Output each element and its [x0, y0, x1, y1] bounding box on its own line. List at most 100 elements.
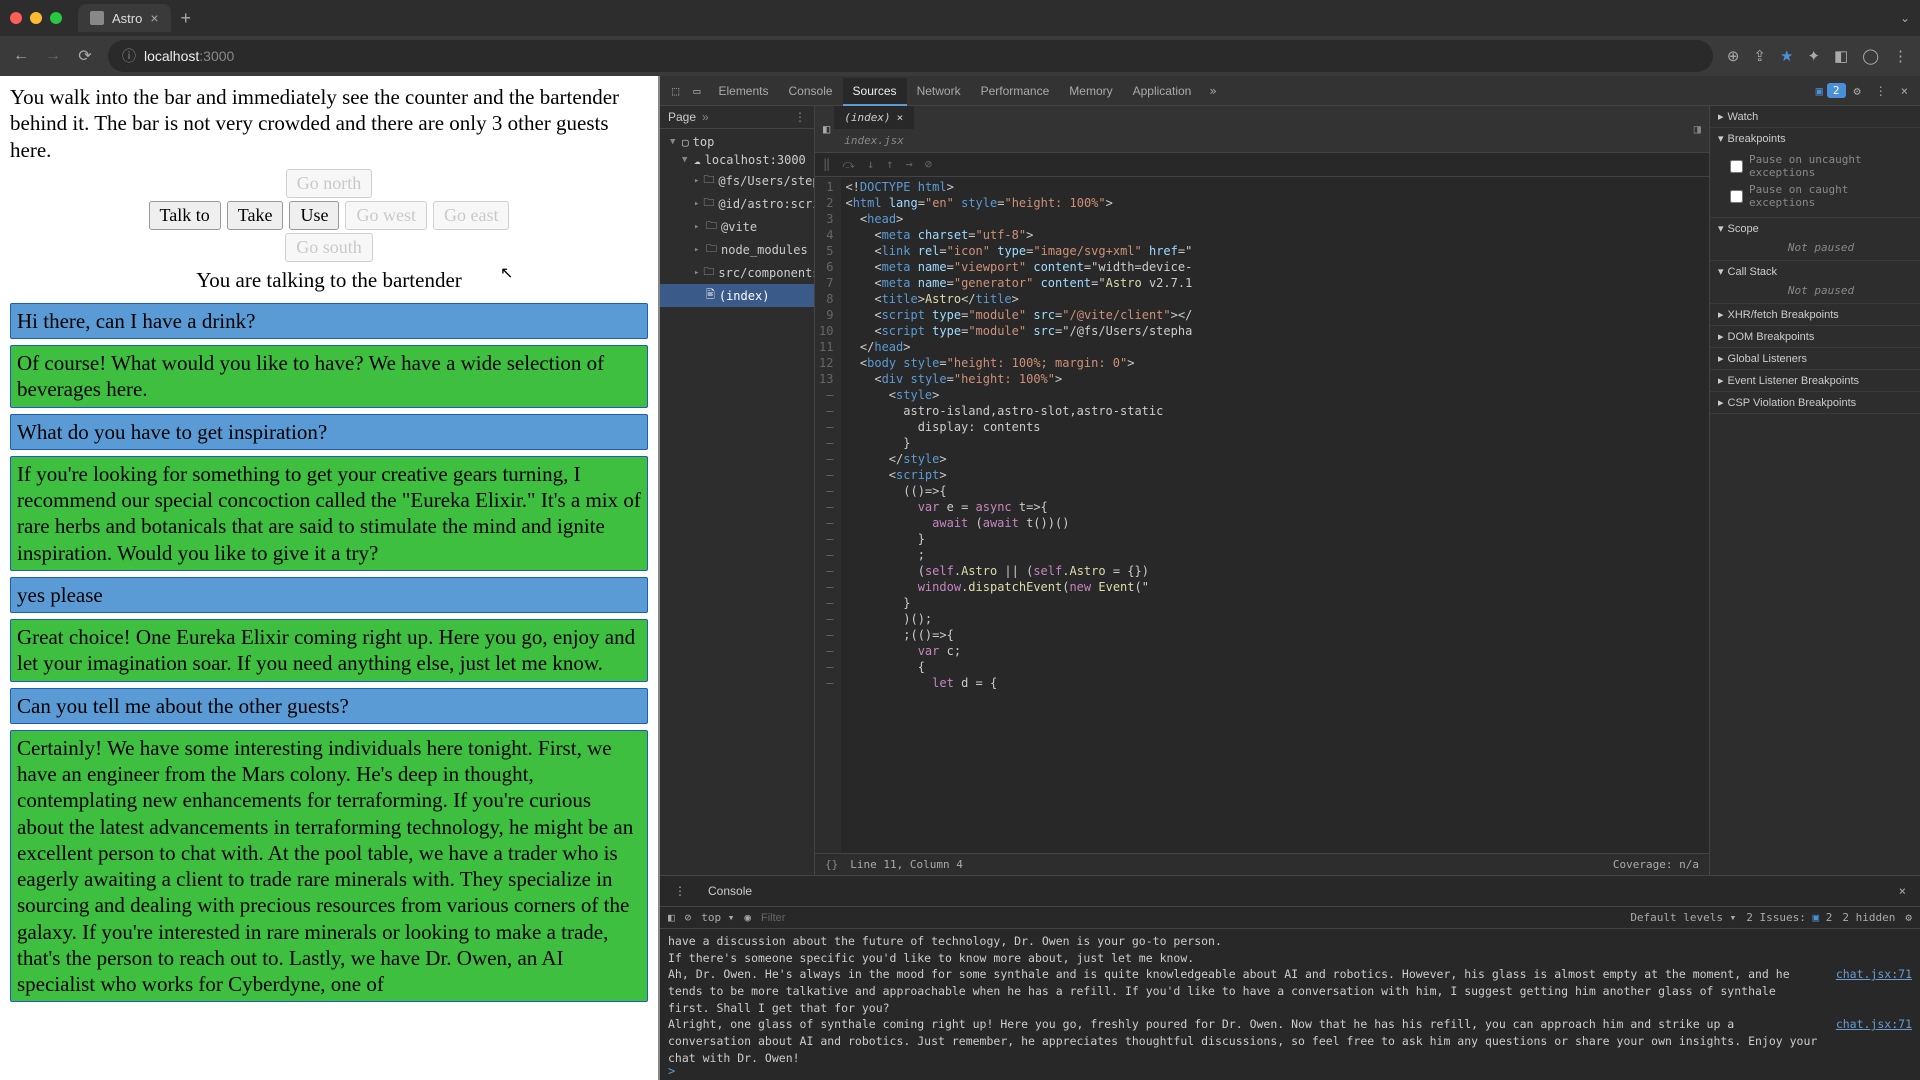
menu-icon[interactable]: ⋮ [1893, 47, 1908, 65]
devtools-tab-console[interactable]: Console [779, 78, 843, 104]
eye-icon[interactable]: ◉ [744, 911, 751, 924]
tree-folder[interactable]: ▸🗀src/components [660, 261, 814, 284]
issues-indicator[interactable]: ▣2 [1816, 83, 1846, 98]
dock-menu-icon[interactable]: ⋮ [1869, 80, 1893, 102]
debug-stepover-icon[interactable]: ⤼ [842, 157, 855, 172]
settings-icon[interactable]: ⚙ [1848, 80, 1867, 102]
window-minimize-button[interactable] [30, 12, 42, 24]
code-editor[interactable]: 12345678910111213——————————————————— <!D… [815, 177, 1709, 853]
tree-folder[interactable]: ▸🗀@id/astro:scripts [660, 192, 814, 215]
event-section[interactable]: ▸Event Listener Breakpoints [1710, 370, 1920, 391]
console-menu-icon[interactable]: ⋮ [668, 880, 692, 902]
tree-folder[interactable]: ▸🗀@vite [660, 215, 814, 238]
console-clear-icon[interactable]: ⊘ [685, 911, 692, 924]
talk-to-button[interactable]: Talk to [149, 201, 221, 230]
npc-message: If you're looking for something to get y… [10, 456, 648, 571]
callstack-section[interactable]: ▾Call Stack [1710, 261, 1920, 282]
xhr-section[interactable]: ▸XHR/fetch Breakpoints [1710, 304, 1920, 325]
inspect-icon[interactable]: ⬚ [666, 80, 685, 102]
console-output[interactable]: have a discussion about the future of te… [660, 929, 1920, 1062]
window-maximize-button[interactable] [50, 12, 62, 24]
go-south-button[interactable]: Go south [285, 233, 373, 262]
console-filter-input[interactable] [761, 912, 1620, 924]
chat-log: Hi there, can I have a drink?Of course! … [10, 303, 648, 1003]
toggle-nav-icon[interactable]: ◨ [1694, 122, 1701, 136]
site-info-icon[interactable]: ⓘ [122, 46, 136, 66]
dom-section[interactable]: ▸DOM Breakpoints [1710, 326, 1920, 347]
take-button[interactable]: Take [227, 201, 284, 230]
window-close-button[interactable] [10, 12, 22, 24]
console-tab[interactable]: Console [700, 881, 760, 901]
chevron-down-icon[interactable]: ⌄ [1900, 11, 1910, 25]
go-east-button[interactable]: Go east [433, 201, 509, 230]
zoom-icon[interactable]: ⊕ [1727, 47, 1740, 65]
sidebar-toggle-icon[interactable]: ◧ [819, 118, 834, 140]
uncaught-checkbox[interactable] [1730, 160, 1743, 173]
braces-icon[interactable]: {} [825, 858, 838, 871]
tree-folder[interactable]: ▸🗀node_modules [660, 238, 814, 261]
devtools-tab-application[interactable]: Application [1123, 78, 1202, 104]
console-log-line: Ah, Dr. Owen. He's always in the mood fo… [668, 966, 1912, 1016]
console-sidebar-icon[interactable]: ◧ [668, 911, 675, 924]
breakpoints-section[interactable]: ▾Breakpoints [1710, 128, 1920, 149]
levels-dropdown[interactable]: Default levels ▾ [1630, 911, 1736, 924]
log-source-link[interactable]: chat.jsx:71 [1836, 1016, 1912, 1033]
debug-deactivate-icon[interactable]: ⊘ [925, 157, 932, 172]
caught-checkbox[interactable] [1730, 190, 1743, 203]
close-icon[interactable]: × [150, 10, 158, 26]
go-west-button[interactable]: Go west [345, 201, 427, 230]
tree-top[interactable]: ▼▢top [660, 133, 814, 151]
debug-stepin-icon[interactable]: ↓ [867, 157, 874, 172]
device-icon[interactable]: ▭ [687, 80, 706, 102]
bookmark-icon[interactable]: ★ [1780, 47, 1793, 65]
devtools-close-icon[interactable]: × [1895, 80, 1914, 102]
traffic-lights [10, 12, 62, 24]
devtools-tab-network[interactable]: Network [907, 78, 971, 104]
more-tabs-icon[interactable]: » [1203, 80, 1222, 102]
console-log-line: If there's someone specific you'd like t… [668, 950, 1912, 967]
profile-icon[interactable]: ◯ [1862, 47, 1879, 65]
devtools-tab-elements[interactable]: Elements [708, 78, 778, 104]
debug-step-icon[interactable]: → [906, 157, 913, 172]
global-section[interactable]: ▸Global Listeners [1710, 348, 1920, 369]
room-description: You walk into the bar and immediately se… [10, 84, 648, 163]
issues-label[interactable]: 2 Issues: ▣ 2 [1746, 911, 1832, 924]
tree-host[interactable]: ▼☁localhost:3000 [660, 151, 814, 169]
forward-button[interactable]: → [44, 47, 62, 65]
debug-stepout-icon[interactable]: ↑ [886, 157, 893, 172]
console-prompt[interactable]: > [660, 1062, 1920, 1080]
console-context[interactable]: top ▾ [701, 911, 734, 924]
devtools-tab-memory[interactable]: Memory [1059, 78, 1122, 104]
browser-tab[interactable]: Astro × [78, 4, 171, 32]
console-log-line: have a discussion about the future of te… [668, 933, 1912, 950]
file-tree[interactable]: ▼▢top ▼☁localhost:3000 ▸🗀@fs/Users/steph… [660, 129, 814, 875]
watch-section[interactable]: ▸Watch [1710, 106, 1920, 127]
sidepanel-icon[interactable]: ◧ [1834, 47, 1848, 65]
go-north-button[interactable]: Go north [286, 169, 373, 198]
console-settings-icon[interactable]: ⚙ [1905, 911, 1912, 924]
address-bar[interactable]: ⓘ localhost:3000 [108, 40, 1713, 72]
debug-pause-icon[interactable]: ‖ [823, 157, 830, 172]
kebab-icon[interactable]: ⋮ [794, 110, 806, 124]
page-tab[interactable]: Page [668, 110, 696, 124]
use-button[interactable]: Use [289, 201, 339, 230]
reload-button[interactable]: ⟳ [76, 46, 94, 66]
scope-section[interactable]: ▾Scope [1710, 218, 1920, 239]
editor-tab[interactable]: (index)× [834, 106, 914, 129]
tree-folder[interactable]: ▸🗀@fs/Users/stepha [660, 169, 814, 192]
devtools: ⬚ ▭ ElementsConsoleSourcesNetworkPerform… [660, 76, 1920, 1080]
tree-file-index[interactable]: 🖹(index) [660, 284, 814, 307]
new-tab-button[interactable]: + [181, 8, 192, 29]
code-content[interactable]: <!DOCTYPE html><html lang="en" style="he… [841, 177, 1192, 853]
extensions-icon[interactable]: ✦ [1807, 47, 1820, 65]
more-icon[interactable]: » [702, 110, 709, 124]
log-source-link[interactable]: chat.jsx:71 [1836, 966, 1912, 983]
devtools-tab-performance[interactable]: Performance [971, 78, 1060, 104]
editor-tab[interactable]: index.jsx [834, 129, 914, 152]
csp-section[interactable]: ▸CSP Violation Breakpoints [1710, 392, 1920, 413]
share-icon[interactable]: ⇪ [1753, 47, 1766, 65]
coverage-label: Coverage: n/a [1613, 858, 1699, 871]
back-button[interactable]: ← [12, 47, 30, 65]
devtools-tab-sources[interactable]: Sources [843, 78, 907, 106]
console-close-icon[interactable]: × [1893, 880, 1912, 902]
